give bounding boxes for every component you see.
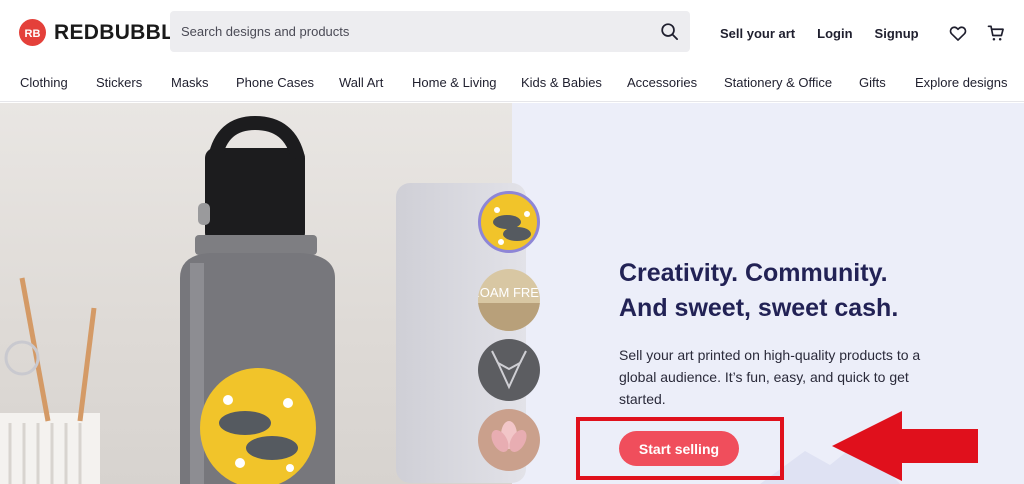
nav-item-accessories[interactable]: Accessories (627, 75, 697, 90)
redbubble-logo-icon: RB (19, 19, 46, 46)
search-input[interactable] (181, 24, 641, 39)
site-header: RB REDBUBBLE Sell your art Login Signup (0, 0, 1024, 64)
sticker-flower (478, 409, 540, 471)
svg-text:RB: RB (25, 28, 41, 39)
hero-headline: Creativity. Community. And sweet, sweet … (619, 256, 999, 326)
hero-headline-line2: And sweet, sweet cash. (619, 294, 899, 322)
nav-item-clothing[interactable]: Clothing (20, 75, 68, 90)
nav-item-stationery-office[interactable]: Stationery & Office (724, 75, 832, 90)
hero-headline-line1: Creativity. Community. (619, 259, 888, 287)
signup-link[interactable]: Signup (875, 26, 919, 41)
sticker-deer (478, 339, 540, 401)
cart-icon[interactable] (986, 23, 1006, 43)
sticker-roam-free: ROAM FREE (478, 269, 540, 331)
nav-item-stickers[interactable]: Stickers (96, 75, 142, 90)
account-links: Sell your art Login Signup (720, 23, 1006, 43)
annotation-arrow-icon (832, 411, 978, 481)
brand-logo[interactable]: RB REDBUBBLE (19, 19, 189, 46)
category-nav: Clothing Stickers Masks Phone Cases Wall… (0, 64, 1024, 102)
search-bar (170, 11, 690, 52)
nav-item-home-living[interactable]: Home & Living (412, 75, 497, 90)
sticker-roam-free-text: ROAM FREE (478, 285, 540, 300)
search-icon[interactable] (660, 22, 679, 41)
brand-name: REDBUBBLE (54, 20, 189, 44)
nav-item-kids-babies[interactable]: Kids & Babies (521, 75, 602, 90)
heart-icon[interactable] (948, 23, 968, 43)
nav-item-gifts[interactable]: Gifts (859, 75, 886, 90)
annotation-highlight-box (576, 417, 784, 480)
sell-your-art-link[interactable]: Sell your art (720, 26, 795, 41)
login-link[interactable]: Login (817, 26, 852, 41)
hero-subtext: Sell your art printed on high-quality pr… (619, 347, 921, 407)
nav-item-explore-designs[interactable]: Explore designs (915, 75, 1008, 90)
nav-item-wall-art[interactable]: Wall Art (339, 75, 383, 90)
nav-item-masks[interactable]: Masks (171, 75, 209, 90)
nav-item-phone-cases[interactable]: Phone Cases (236, 75, 314, 90)
sticker-badger (478, 191, 540, 253)
